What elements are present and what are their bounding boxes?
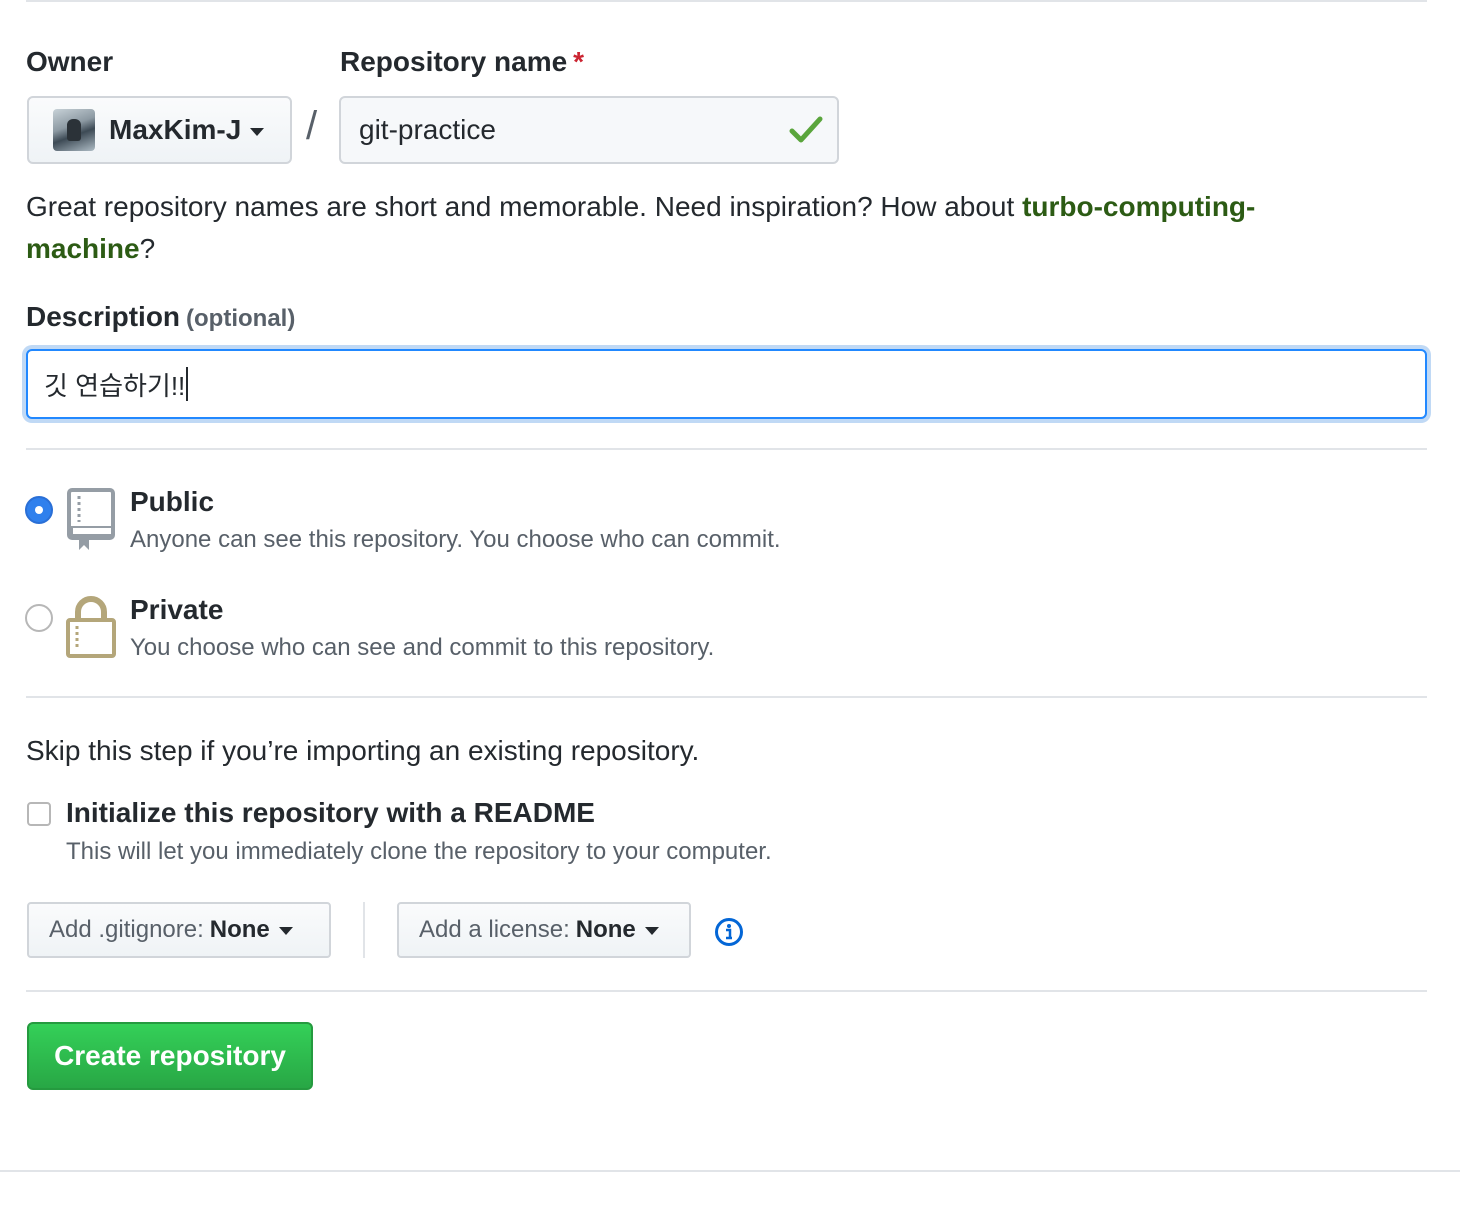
public-radio[interactable] (25, 496, 53, 524)
owner-label: Owner (26, 46, 114, 77)
text-cursor (186, 367, 189, 401)
optional-hint: (optional) (186, 305, 296, 332)
owner-avatar (53, 109, 95, 151)
chevron-down-icon (278, 927, 293, 935)
skip-step-note: Skip this step if you’re importing an ex… (26, 735, 700, 766)
repo-book-icon (67, 488, 115, 550)
private-radio[interactable] (25, 604, 53, 632)
private-description: You choose who can see and commit to thi… (130, 634, 715, 661)
description-value: 깃 연습하기!! (44, 370, 186, 401)
description-input[interactable]: 깃 연습하기!! (26, 349, 1427, 419)
top-divider (26, 0, 1427, 2)
required-mark: * (573, 46, 585, 77)
public-description: Anyone can see this repository. You choo… (130, 526, 781, 553)
readme-checkbox[interactable] (27, 802, 51, 826)
gitignore-value: None (209, 916, 270, 943)
owner-repo-separator: / (306, 104, 318, 148)
owner-dropdown[interactable]: MaxKim-J (27, 96, 292, 164)
divider (26, 990, 1427, 992)
private-title: Private (130, 594, 224, 625)
readme-description: This will let you immediately clone the … (66, 838, 772, 865)
check-icon (789, 116, 823, 143)
repository-name-note: Great repository names are short and mem… (26, 186, 1326, 270)
owner-name: MaxKim-J (109, 114, 242, 145)
lock-icon (66, 596, 116, 658)
divider (26, 696, 1427, 698)
description-label-text: Description (26, 301, 181, 332)
repository-name-input[interactable]: git-practice (339, 96, 839, 164)
vertical-divider (363, 902, 365, 958)
repository-name-label: Repository name * (340, 46, 584, 78)
readme-title[interactable]: Initialize this repository with a README (66, 797, 595, 829)
note-text: Great repository names are short and mem… (26, 191, 1023, 222)
repository-name-label-text: Repository name (340, 46, 568, 77)
info-icon[interactable] (714, 917, 744, 947)
bottom-divider (0, 1170, 1460, 1172)
license-prefix: Add a license: (419, 916, 570, 943)
public-title: Public (130, 486, 215, 517)
gitignore-prefix: Add .gitignore: (49, 916, 204, 943)
chevron-down-icon (644, 927, 659, 935)
license-dropdown[interactable]: Add a license: None (397, 902, 691, 958)
gitignore-dropdown[interactable]: Add .gitignore: None (27, 902, 331, 958)
create-repository-button[interactable]: Create repository (27, 1022, 313, 1090)
repository-name-value: git-practice (359, 114, 496, 145)
divider (26, 448, 1427, 450)
description-label: Description (optional) (26, 301, 295, 333)
license-value: None (575, 916, 636, 943)
note-text-end: ? (139, 233, 156, 264)
chevron-down-icon (250, 128, 265, 136)
